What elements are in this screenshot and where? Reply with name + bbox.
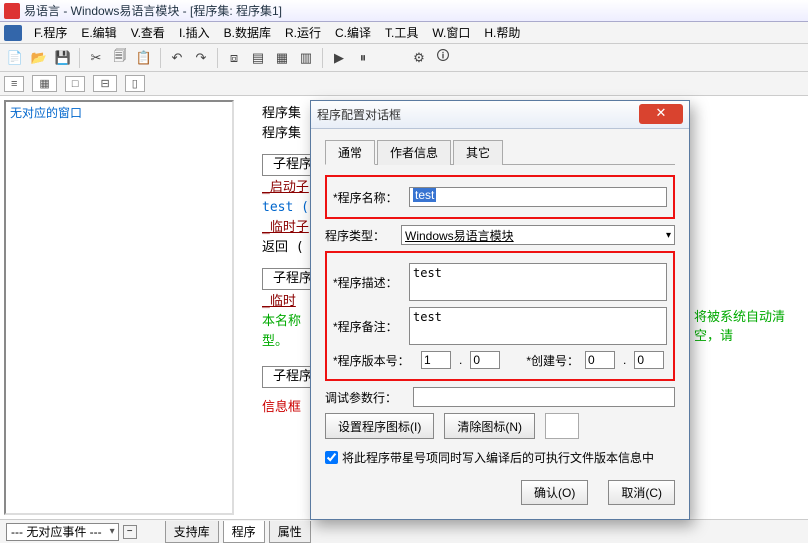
code-start: _启动子	[262, 178, 309, 198]
menu-help[interactable]: H.帮助	[478, 22, 526, 43]
left-panel-caption: 无对应的窗口	[6, 102, 232, 123]
label-type: 程序类型：	[325, 227, 395, 244]
bottom-tab-lib[interactable]: 支持库	[165, 521, 219, 543]
left-panel-body	[6, 123, 232, 513]
version-minor-input[interactable]	[470, 351, 500, 369]
code-hint2: 型。	[262, 332, 288, 352]
bottom-tab-property[interactable]: 属性	[269, 521, 311, 543]
version-major-input[interactable]	[421, 351, 451, 369]
label-debug: 调试参数行：	[325, 389, 407, 406]
debug-args-input[interactable]	[413, 387, 675, 407]
code-ret: 返回 (	[262, 238, 304, 258]
toolbar: 📄 📂 💾 ✂ 🗐 📋 ↶ ↷ ⧈ ▤ ▦ ▥ ▶ ⏸ ⚙ 🛈	[0, 44, 808, 72]
code-test: test (	[262, 198, 309, 218]
highlight-name-box: *程序名称： test	[325, 175, 675, 219]
menu-program[interactable]: F.程序	[28, 22, 73, 43]
status-bar: --- 无对应事件 --- − 支持库 程序 属性	[0, 519, 808, 543]
program-type-combo[interactable]: Windows易语言模块	[401, 225, 675, 245]
write-version-checkbox[interactable]	[325, 451, 338, 464]
menu-window[interactable]: W.窗口	[426, 22, 476, 43]
code-msgbox: 信息框	[262, 398, 301, 418]
dot1: .	[457, 353, 464, 367]
event-minus-icon[interactable]: −	[123, 525, 137, 539]
event-combo-value: --- 无对应事件 ---	[11, 523, 102, 540]
label-note: *程序备注：	[333, 318, 403, 335]
cut-icon[interactable]: ✂	[85, 47, 107, 69]
label-version: *程序版本号：	[333, 352, 415, 369]
ok-button[interactable]: 确认(O)	[521, 480, 588, 505]
event-combo[interactable]: --- 无对应事件 ---	[6, 523, 119, 541]
program-type-value: Windows易语言模块	[405, 227, 514, 244]
app-title: 易语言 - Windows易语言模块 - [程序集: 程序集1]	[24, 2, 282, 19]
config-dialog: 程序配置对话框 ✕ 通常 作者信息 其它 *程序名称： test 程序类型： W…	[310, 100, 690, 520]
code-l2: 程序集	[262, 124, 301, 144]
close-icon[interactable]: ✕	[639, 104, 683, 124]
write-version-label: 将此程序带星号项同时写入编译后的可执行文件版本信息中	[342, 449, 654, 466]
tool2-3[interactable]: □	[65, 76, 86, 92]
side-hint: 将被系统自动清空，请	[694, 306, 808, 344]
program-name-input[interactable]: test	[409, 187, 667, 207]
menu-view[interactable]: V.查看	[125, 22, 171, 43]
program-desc-input[interactable]: test	[409, 263, 667, 301]
tool2-2[interactable]: ▦	[32, 75, 56, 92]
save-icon[interactable]: 💾	[52, 47, 74, 69]
label-build: *创建号：	[526, 352, 579, 369]
code-tempsub: _临时子	[262, 218, 309, 238]
build-major-input[interactable]	[585, 351, 615, 369]
open-icon[interactable]: 📂	[28, 47, 50, 69]
menu-tools[interactable]: T.工具	[379, 22, 424, 43]
left-panel: 无对应的窗口	[4, 100, 234, 515]
menu-compile[interactable]: C.编译	[329, 22, 377, 43]
dot2: .	[621, 353, 628, 367]
redo-icon[interactable]: ↷	[190, 47, 212, 69]
code-l1: 程序集	[262, 104, 301, 124]
clear-icon-button[interactable]: 清除图标(N)	[444, 413, 535, 439]
menu-bar: F.程序 E.编辑 V.查看 I.插入 B.数据库 R.运行 C.编译 T.工具…	[0, 22, 808, 44]
code-temp2: _临时	[262, 292, 296, 312]
app-titlebar: 易语言 - Windows易语言模块 - [程序集: 程序集1]	[0, 0, 808, 22]
tool2-4[interactable]: ⊟	[93, 75, 116, 92]
find-icon[interactable]: ⧈	[223, 47, 245, 69]
menu-insert[interactable]: I.插入	[173, 22, 216, 43]
pause-icon[interactable]: ⏸	[352, 47, 374, 69]
gear-icon[interactable]: ⚙	[408, 47, 430, 69]
menu-edit[interactable]: E.编辑	[75, 22, 122, 43]
menu-database[interactable]: B.数据库	[218, 22, 277, 43]
layout2-icon[interactable]: ▦	[271, 47, 293, 69]
run-icon[interactable]: ▶	[328, 47, 350, 69]
set-icon-button[interactable]: 设置程序图标(I)	[325, 413, 434, 439]
program-name-value: test	[413, 188, 436, 202]
tab-general[interactable]: 通常	[325, 140, 375, 165]
dialog-tabs: 通常 作者信息 其它	[325, 139, 675, 165]
tool2-1[interactable]: ≡	[4, 76, 24, 92]
dialog-title: 程序配置对话框	[317, 106, 401, 123]
toolbar-secondary: ≡ ▦ □ ⊟ ▯	[0, 72, 808, 96]
code-hint1: 本名称	[262, 312, 301, 332]
cancel-button[interactable]: 取消(C)	[608, 480, 675, 505]
menu-icon	[4, 25, 22, 41]
app-icon	[4, 3, 20, 19]
icon-preview	[545, 413, 579, 439]
build-minor-input[interactable]	[634, 351, 664, 369]
menu-run[interactable]: R.运行	[279, 22, 327, 43]
help-icon[interactable]: 🛈	[432, 47, 454, 69]
copy-icon[interactable]: 🗐	[109, 47, 131, 69]
undo-icon[interactable]: ↶	[166, 47, 188, 69]
dialog-titlebar[interactable]: 程序配置对话框 ✕	[311, 101, 689, 129]
bottom-tab-program[interactable]: 程序	[223, 521, 265, 543]
label-desc: *程序描述：	[333, 274, 403, 291]
tool2-5[interactable]: ▯	[125, 75, 145, 92]
layout1-icon[interactable]: ▤	[247, 47, 269, 69]
highlight-details-box: *程序描述： test *程序备注： test *程序版本号： . *创建号： …	[325, 251, 675, 381]
tab-author[interactable]: 作者信息	[377, 140, 451, 165]
paste-icon[interactable]: 📋	[133, 47, 155, 69]
label-name: *程序名称：	[333, 189, 403, 206]
layout3-icon[interactable]: ▥	[295, 47, 317, 69]
new-icon[interactable]: 📄	[4, 47, 26, 69]
program-note-input[interactable]: test	[409, 307, 667, 345]
tab-other[interactable]: 其它	[453, 140, 503, 165]
